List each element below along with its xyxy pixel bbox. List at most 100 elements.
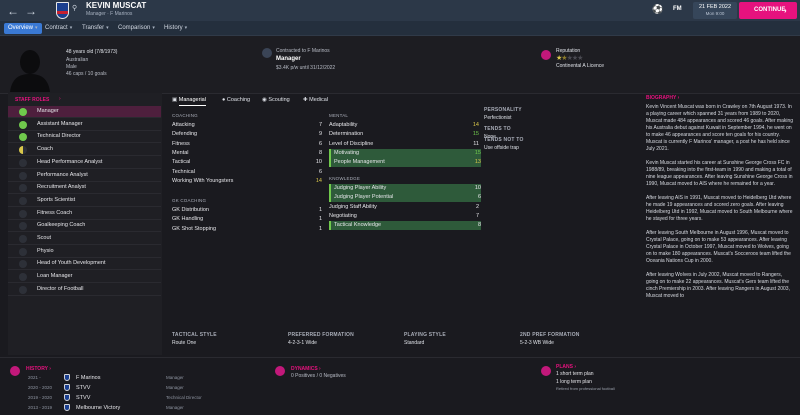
biography-text: Kevin Vincent Muscat was born in Crawley… — [646, 104, 794, 354]
role-fit-icon — [19, 108, 27, 116]
role-fit-icon — [19, 196, 27, 205]
role-fit-icon — [19, 184, 27, 193]
forward-icon[interactable]: → — [23, 3, 39, 19]
gender-text: Male — [66, 64, 77, 70]
dynamics-title[interactable]: DYNAMICS › — [291, 366, 321, 372]
role-item[interactable]: Recruitment Analyst — [8, 182, 161, 195]
mental-section-title: MENTAL — [329, 113, 349, 118]
attribute-row: Fitness 6 — [172, 140, 324, 149]
attribute-row: Adaptability 14 — [329, 121, 481, 130]
role-fit-icon — [19, 285, 27, 294]
role-item[interactable]: Physio — [8, 246, 161, 258]
attribute-row: People Management 13 — [329, 158, 481, 168]
history-club[interactable]: STVV — [76, 385, 90, 395]
role-item[interactable]: Head Performance Analyst — [8, 157, 161, 169]
attribute-value: 8 — [318, 149, 322, 156]
biography-title[interactable]: BIOGRAPHY › — [646, 95, 679, 101]
attribute-row: Attacking 7 — [172, 121, 324, 130]
tab-history[interactable]: History ▾ — [164, 23, 187, 34]
contract-label: Contracted to F Marinos — [276, 48, 330, 54]
top-bar: ← → ⚲ KEVIN MUSCAT Manager · F Marinos ⚽… — [0, 0, 800, 21]
role-item[interactable]: Director of Football — [8, 284, 161, 296]
attribute-row: Level of Discipline 11 — [329, 140, 481, 149]
history-club[interactable]: STVV — [76, 395, 90, 405]
date-label: 21 FEB 2022 — [698, 4, 732, 10]
briefcase-icon: ▣ — [172, 97, 179, 103]
bio-paragraph: Kevin Muscat started his career at Sunsh… — [646, 160, 793, 187]
role-label: Manager — [37, 108, 59, 114]
fm-logo[interactable]: FM — [673, 6, 682, 12]
second-formation-value: 5-2-3 WB Wide — [520, 340, 554, 346]
role-item[interactable]: Goalkeeping Coach — [8, 220, 161, 233]
game-date[interactable]: 21 FEB 2022 Mon 9:00 — [693, 2, 737, 19]
attribute-row: Negotiating 7 — [329, 212, 481, 221]
role-fit-icon — [19, 235, 27, 243]
football-icon[interactable]: ⚽ — [652, 4, 663, 15]
history-club[interactable]: F Marinos — [76, 375, 100, 385]
attribute-value: 15 — [474, 149, 481, 156]
attribute-value: 7 — [475, 212, 479, 219]
tab-label: Managerial — [178, 97, 206, 106]
role-fit-icon — [19, 158, 27, 167]
tab-transfer[interactable]: Transfer ▾ — [82, 23, 109, 34]
wage-text: $3.4K p/w until 31/12/2022 — [276, 65, 336, 71]
staff-roles-title[interactable]: STAFF ROLES — [15, 97, 49, 103]
role-label: Coach — [37, 146, 53, 153]
star-empty-icon: ★★★ — [566, 55, 584, 62]
tab-contract[interactable]: Contract ▾ — [45, 23, 72, 34]
history-title[interactable]: HISTORY › — [26, 366, 51, 372]
attribute-value: 7 — [318, 122, 322, 128]
history-club[interactable]: Melbourne Victory — [76, 405, 120, 415]
tends-to-title: TENDS TO — [484, 126, 511, 132]
history-icon — [10, 366, 20, 376]
role-item[interactable]: Scout — [8, 233, 161, 245]
role-fit-icon — [19, 146, 27, 155]
retired-text: Retired from professional football — [556, 386, 615, 391]
tab-comparison[interactable]: Comparison ▾ — [118, 23, 155, 34]
attribute-name: Motivating — [334, 149, 360, 156]
role-item[interactable]: Sports Scientist — [8, 195, 161, 207]
attribute-name: Negotiating — [329, 212, 357, 219]
attribute-row: Judging Staff Ability 2 — [329, 203, 481, 212]
club-crest-icon — [64, 394, 70, 401]
club-crest-icon — [64, 374, 70, 381]
role-item[interactable]: Manager — [8, 106, 161, 118]
role-fit-icon — [19, 273, 27, 282]
attribute-value: 6 — [477, 194, 481, 201]
tab-managerial[interactable]: ▣ Managerial — [172, 97, 206, 106]
plans-title[interactable]: PLANS › — [556, 364, 576, 370]
short-term-plan: 1 short term plan — [556, 371, 594, 377]
tab-overview[interactable]: Overview ▾ — [4, 23, 42, 34]
role-item[interactable]: Assistant Manager — [8, 119, 161, 131]
attribute-name: GK Shot Stopping — [172, 225, 217, 232]
attribute-row: Working With Youngsters 14 — [172, 177, 324, 186]
knowledge-section-title: KNOWLEDGE — [329, 176, 361, 181]
preferred-formation-title: PREFERRED FORMATION — [288, 332, 354, 338]
history-years: 2019 - 2020 — [28, 395, 53, 400]
history-role: Manager — [166, 405, 184, 410]
tab-coaching[interactable]: ● Coaching — [222, 97, 250, 103]
role-label: Performance Analyst — [37, 171, 88, 178]
back-icon[interactable]: ← — [5, 3, 21, 19]
club-crest-icon[interactable] — [56, 2, 69, 19]
attribute-row: Defending 9 — [172, 130, 324, 139]
attribute-row: Determination 15 — [329, 130, 481, 139]
role-label: Sports Scientist — [37, 196, 76, 203]
history-role: Manager — [166, 375, 184, 380]
personality-value: Perfectionist — [484, 115, 512, 121]
continue-button[interactable]: CONTINUE › — [739, 2, 797, 19]
role-item[interactable]: Fitness Coach — [8, 208, 161, 220]
role-label: Fitness Coach — [37, 209, 73, 216]
attribute-row: Mental 8 — [172, 149, 324, 158]
tab-scouting[interactable]: ◉ Scouting — [262, 97, 290, 103]
role-item[interactable]: Coach — [8, 144, 161, 157]
search-icon[interactable]: ⚲ — [72, 4, 77, 12]
role-item[interactable]: Performance Analyst — [8, 170, 161, 182]
role-item[interactable]: Technical Director — [8, 131, 161, 144]
attribute-name: Level of Discipline — [329, 140, 374, 147]
role-item[interactable]: Loan Manager — [8, 271, 161, 284]
tab-medical[interactable]: ✚ Medical — [303, 97, 328, 103]
role-item[interactable]: Head of Youth Development — [8, 258, 161, 271]
attribute-name: Determination — [329, 131, 364, 138]
tab-label: Overview — [8, 25, 34, 31]
